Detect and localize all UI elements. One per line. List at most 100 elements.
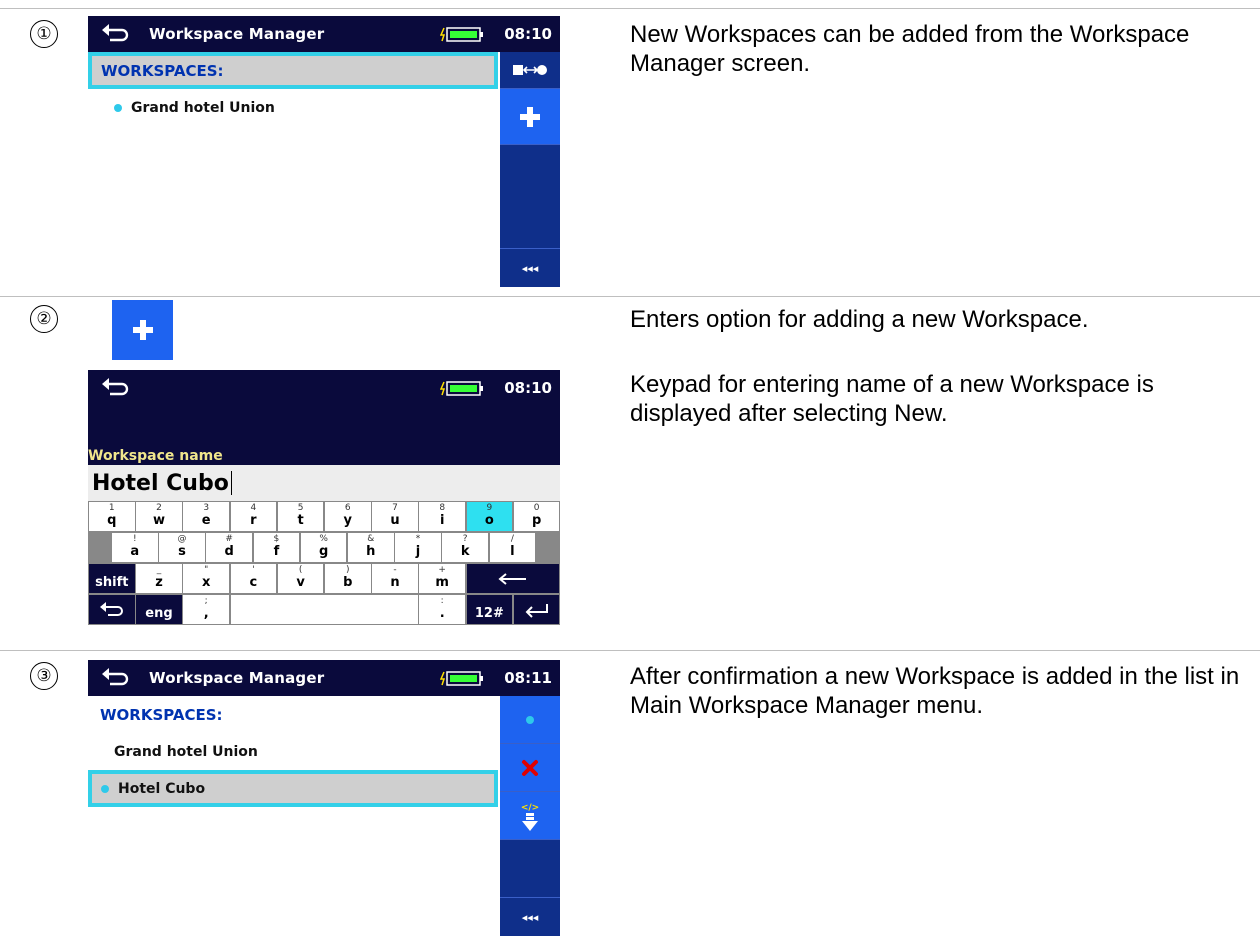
key-alt-label: : (440, 596, 444, 606)
key-alt-label: 2 (156, 503, 162, 513)
backspace-key[interactable] (466, 564, 560, 593)
key-s[interactable]: @ s (159, 533, 205, 562)
key-label: r (250, 513, 257, 528)
key-alt-label: 1 (108, 503, 115, 513)
screen-title: Workspace Manager (149, 669, 325, 687)
enter-icon (525, 603, 548, 618)
key-label: d (224, 544, 234, 559)
key-d[interactable]: # d (206, 533, 252, 562)
key-label: eng (145, 606, 173, 621)
key-alt-label: 9 (486, 503, 493, 513)
text-cursor (230, 471, 232, 495)
step-description: Enters option for adding a new Workspace… (630, 306, 1089, 333)
clock: 08:10 (504, 25, 552, 43)
separator (0, 8, 1260, 9)
key-label: y (343, 513, 353, 528)
key-alt-label: + (438, 565, 446, 575)
workspace-item[interactable]: Grand hotel Union (88, 733, 498, 770)
key-label: l (510, 544, 515, 559)
key-q[interactable]: 1q (89, 502, 135, 531)
export-button[interactable]: </> (500, 792, 560, 840)
key-k[interactable]: ? k (442, 533, 488, 562)
key-c[interactable]: ' c (230, 564, 277, 593)
select-button[interactable] (500, 696, 560, 744)
key-l[interactable]: / l (489, 533, 536, 562)
step-description: Keypad for entering name of a new Worksp… (630, 371, 1154, 427)
key-alt-label: ( (298, 565, 303, 575)
key-j[interactable]: * j (395, 533, 441, 562)
add-button[interactable] (500, 89, 560, 145)
workspace-item-selected[interactable]: Hotel Cubo (88, 770, 498, 807)
key-a[interactable]: ! a (112, 533, 158, 562)
space-key[interactable] (230, 595, 418, 624)
key-alt-label: * (415, 534, 421, 544)
key-f[interactable]: $ f (253, 533, 300, 562)
key-alt-label: ' (252, 565, 255, 575)
workspaces-header[interactable]: WORKSPACES: (88, 52, 498, 89)
key-e[interactable]: 3e (183, 502, 229, 531)
key-alt-label: @ (177, 534, 187, 544)
open-button[interactable] (500, 52, 560, 89)
key-alt-label: 6 (344, 503, 351, 513)
clock: 08:11 (504, 669, 552, 687)
key-label: v (296, 575, 305, 590)
more-button[interactable]: ◂◂◂ (500, 248, 560, 287)
key-label: a (130, 544, 140, 559)
workspaces-header[interactable]: WORKSPACES: (88, 696, 498, 733)
language-key[interactable]: eng (136, 595, 182, 624)
workspace-manager-screen: Workspace Manager 08:10 WORKSPACES: Gran… (88, 16, 560, 287)
back-icon[interactable] (100, 664, 130, 690)
dot-key[interactable]: :. (419, 595, 465, 624)
key-g[interactable]: % g (300, 533, 347, 562)
key-label: p (531, 513, 542, 528)
key-r[interactable]: 4r (230, 502, 277, 531)
workspace-name-input[interactable]: Hotel Cubo (88, 465, 560, 501)
delete-button[interactable] (500, 744, 560, 792)
key-z[interactable]: _ z (136, 564, 182, 593)
key-x[interactable]: " x (183, 564, 229, 593)
key-b[interactable]: ) b (325, 564, 371, 593)
key-alt-label: / (510, 534, 514, 544)
key-u[interactable]: 7u (372, 502, 418, 531)
top-bar: Workspace Manager 08:10 (88, 16, 560, 52)
add-icon (520, 106, 540, 127)
key-alt-label: & (367, 534, 375, 544)
key-t[interactable]: 5t (277, 502, 324, 531)
key-label: n (390, 575, 400, 590)
active-dot-icon (114, 103, 122, 112)
key-h[interactable]: & h (348, 533, 394, 562)
workspace-item[interactable]: Grand hotel Union (88, 89, 498, 126)
input-value: Hotel Cubo (92, 470, 229, 496)
key-label: m (435, 575, 449, 590)
sidebar: ◂◂◂ (500, 52, 560, 287)
enter-key[interactable] (513, 595, 560, 624)
key-w[interactable]: 2w (136, 502, 182, 531)
key-label: x (201, 575, 211, 590)
key-p[interactable]: 0p (513, 502, 560, 531)
shift-key[interactable]: shift (89, 564, 135, 593)
back-icon[interactable] (100, 374, 130, 400)
key-label: j (415, 544, 421, 559)
new-button[interactable] (112, 300, 173, 360)
workspace-name: Grand hotel Union (114, 743, 258, 760)
key-m[interactable]: + m (419, 564, 465, 593)
workspace-name: Grand hotel Union (131, 99, 275, 116)
key-label: k (460, 544, 470, 559)
numeric-key[interactable]: 12# (466, 595, 513, 624)
key-alt-label: 7 (392, 503, 398, 513)
active-dot-icon (101, 784, 109, 793)
key-label: i (439, 513, 445, 528)
more-button[interactable]: ◂◂◂ (500, 897, 560, 936)
comma-key[interactable]: ;, (183, 595, 229, 624)
key-alt-label: 4 (250, 503, 257, 513)
step-description: After confirmation a new Workspace is ad… (630, 663, 1240, 719)
key-y[interactable]: 6y (325, 502, 371, 531)
back-key[interactable] (89, 595, 135, 624)
key-n[interactable]: -n (372, 564, 418, 593)
key-v[interactable]: (v (277, 564, 324, 593)
back-icon[interactable] (100, 20, 130, 46)
key-label: , (203, 606, 209, 621)
key-i[interactable]: 8i (419, 502, 465, 531)
key-o[interactable]: 9o (466, 502, 513, 531)
add-icon (132, 320, 153, 340)
